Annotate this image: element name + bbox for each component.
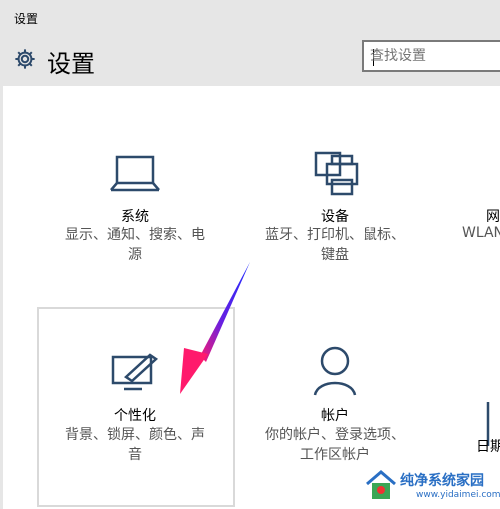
- personalization-icon: [111, 353, 159, 391]
- tile-network[interactable]: 网 WLAN: [462, 150, 500, 270]
- tile-accounts-name: 帐户: [321, 408, 349, 424]
- search-input[interactable]: [370, 48, 500, 64]
- tile-accounts[interactable]: 帐户 你的帐户、登录选项、 工作区帐户: [250, 345, 420, 470]
- annotation-arrow: [180, 262, 250, 394]
- tile-system-name: 系统: [121, 209, 149, 225]
- gear-icon: [15, 49, 35, 69]
- tile-devices[interactable]: 设备 蓝牙、打印机、鼠标、 键盘: [250, 150, 420, 270]
- person-icon: [313, 346, 357, 396]
- laptop-icon: [110, 155, 160, 192]
- tile-system-desc-line1: 显示、通知、搜索、电: [65, 227, 205, 243]
- title-bar: 设置: [0, 0, 500, 34]
- tile-accounts-desc-line2: 工作区帐户: [300, 447, 370, 463]
- tile-accounts-desc-line1: 你的帐户、登录选项、: [265, 427, 405, 443]
- page-title: 设置: [47, 50, 95, 78]
- tile-time-language-name: 日期: [476, 439, 500, 455]
- tile-network-name: 网: [486, 209, 500, 225]
- tile-time-language[interactable]: 日期: [470, 400, 500, 470]
- tile-network-desc: WLAN: [462, 225, 500, 241]
- tile-personalization-desc-line1: 背景、锁屏、颜色、声: [65, 427, 205, 443]
- site-watermark: 纯净系统家园 www.yidaimei.com: [360, 466, 500, 506]
- tile-system[interactable]: 系统 显示、通知、搜索、电 源: [50, 150, 220, 270]
- watermark-url: www.yidaimei.com: [416, 490, 500, 500]
- watermark-name: 纯净系统家园: [400, 473, 484, 489]
- tile-devices-desc-line2: 键盘: [321, 247, 349, 263]
- tile-devices-name: 设备: [321, 209, 349, 225]
- house-logo-icon: [366, 470, 396, 499]
- tile-devices-desc-line1: 蓝牙、打印机、鼠标、: [265, 227, 405, 243]
- window-edge: [0, 86, 3, 509]
- tile-personalization-name: 个性化: [114, 408, 156, 424]
- tile-personalization-desc-line2: 音: [128, 447, 142, 463]
- printer-icon: [314, 151, 359, 196]
- window-title: 设置: [14, 12, 39, 26]
- search-box[interactable]: [362, 40, 500, 72]
